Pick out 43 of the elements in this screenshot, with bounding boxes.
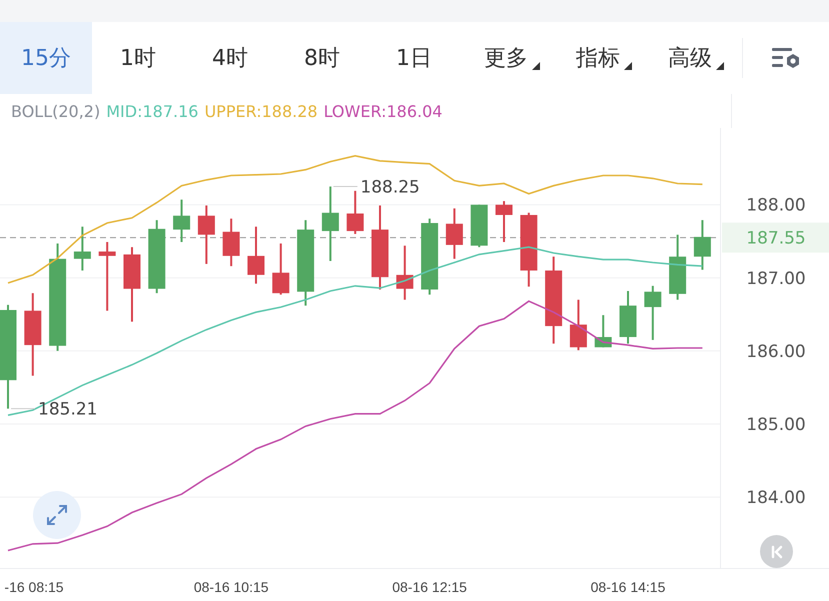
expand-icon <box>44 502 70 528</box>
candlestick <box>470 204 488 248</box>
candlestick <box>644 286 662 340</box>
candlestick <box>669 234 686 300</box>
leader-line <box>332 186 358 187</box>
price-annotation: 188.25 <box>360 177 420 198</box>
candlestick <box>222 218 240 266</box>
expand-button[interactable] <box>33 491 81 539</box>
leader-line <box>10 408 36 410</box>
candlestick <box>446 208 463 259</box>
price-annotation: 185.21 <box>38 400 98 420</box>
candlestick <box>173 200 190 242</box>
candlestick <box>620 291 636 344</box>
current-price-label: 187.55 <box>746 228 806 249</box>
y-axis-label: 186.00 <box>746 342 806 362</box>
settings-icon <box>771 45 801 71</box>
candlestick <box>594 315 612 348</box>
corner-triangle-icon <box>716 62 724 70</box>
candlestick <box>248 226 264 284</box>
indicator-value: UPPER:188.28 <box>204 102 318 120</box>
x-axis-label: 08-16 10:15 <box>194 579 269 595</box>
candlestick <box>346 190 364 234</box>
candlestick <box>496 201 512 242</box>
indicator-name: BOLL(20,2) <box>11 102 100 120</box>
x-axis-label: 08-16 12:15 <box>392 579 467 595</box>
indicator-value: MID:187.16 <box>106 102 198 120</box>
y-axis-label: 187.00 <box>746 268 806 289</box>
timeframe-tab[interactable]: 15分 <box>0 22 92 94</box>
candlestick <box>198 205 215 264</box>
candlestick <box>570 300 587 350</box>
y-axis-label: 185.00 <box>746 415 806 436</box>
corner-triangle-icon <box>532 62 540 70</box>
candlestick <box>74 226 91 271</box>
y-axis-label: 188.00 <box>746 196 806 216</box>
candlestick <box>98 242 116 311</box>
candlestick <box>396 246 414 300</box>
candlestick <box>694 220 711 270</box>
y-axis-label: 184.00 <box>746 488 806 508</box>
candlestick <box>272 243 290 295</box>
x-axis-label: 08-16 14:15 <box>590 579 666 595</box>
x-axis-label: -16 08:15 <box>4 579 64 595</box>
indicator-value: LOWER:186.04 <box>324 102 442 120</box>
corner-triangle-icon <box>624 62 632 70</box>
